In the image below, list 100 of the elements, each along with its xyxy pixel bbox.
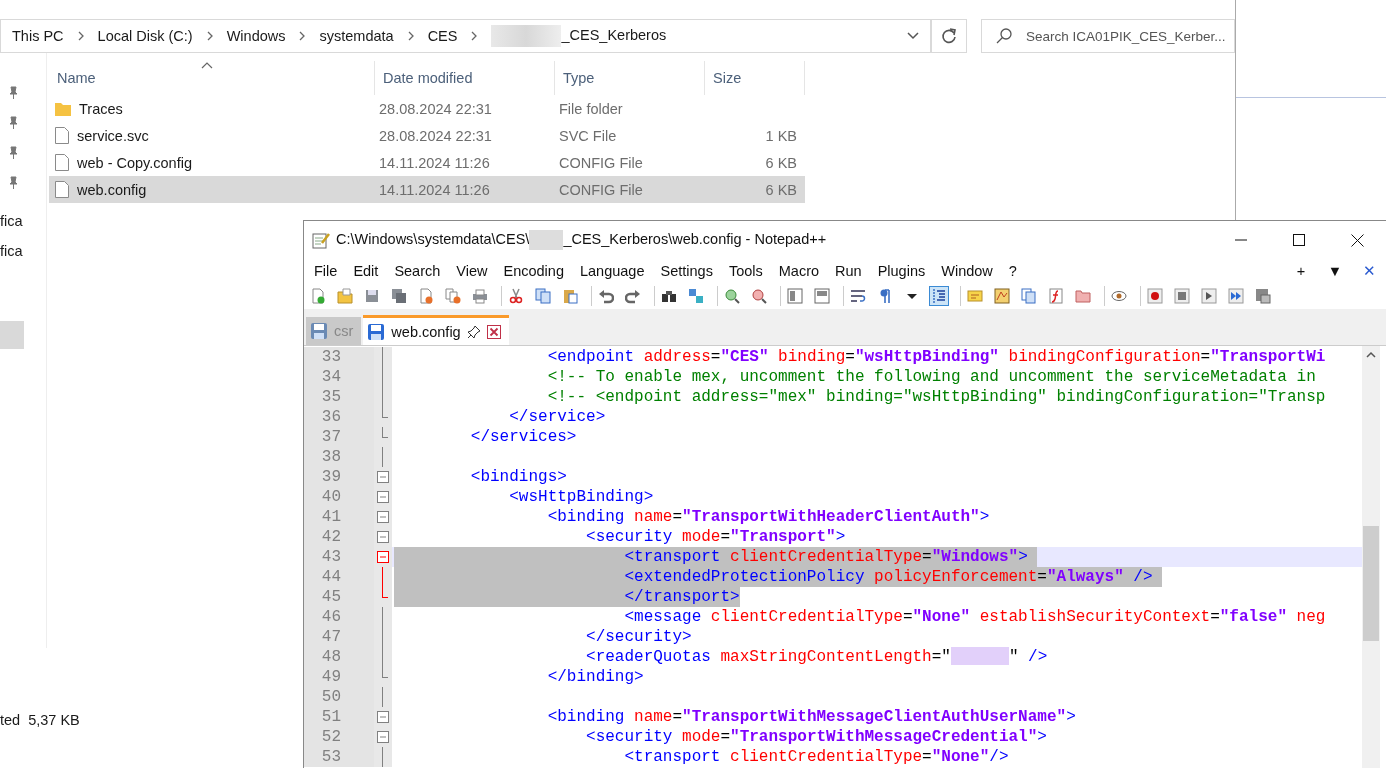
line-number: 33 [304,347,374,367]
breadcrumb-item[interactable]: Local Disk (C:) [97,28,193,44]
file-icon [55,154,69,171]
fold-toggle-icon[interactable] [377,511,389,523]
menu-item[interactable]: File [306,263,346,279]
breadcrumb-item[interactable]: Windows [226,28,286,44]
file-row[interactable]: Traces 28.08.2024 22:31 File folder [49,95,805,122]
breadcrumb-item[interactable]: systemdata [319,28,394,44]
line-number: 42 [304,527,374,547]
line-number: 41 [304,507,374,527]
menu-control[interactable]: ✕ [1352,263,1386,279]
file-name: Traces [79,100,123,117]
scrollbar[interactable] [1362,346,1380,768]
file-type: CONFIG File [559,181,644,198]
file-name: service.svc [77,127,149,144]
fold-toggle-icon[interactable] [377,531,389,543]
file-name: web - Copy.config [77,154,192,171]
code-line: </service> [508,407,606,427]
line-number: 34 [304,367,374,387]
pin-icon[interactable] [466,324,481,339]
column-header[interactable]: Size [705,61,805,95]
breadcrumb-item[interactable]: This PC [12,28,64,44]
function-list-icon [1048,288,1064,304]
scrollbar-thumb[interactable] [1363,526,1379,641]
file-date: 14.11.2024 11:26 [378,154,491,171]
menu-item[interactable]: Run [827,263,870,279]
toolbar-button[interactable] [1199,286,1219,306]
close-icon [1350,233,1364,247]
fold-toggle-icon[interactable] [377,731,389,743]
undo-icon [598,288,614,304]
column-header[interactable]: Name [49,61,375,95]
line-number: 35 [304,387,374,407]
user-language-icon [967,288,983,304]
zoom-out-icon [751,288,767,304]
line-number: 40 [304,487,374,507]
column-header[interactable]: Type [555,61,705,95]
line-number: 39 [304,467,374,487]
nav-item[interactable]: fica [0,236,46,266]
code-line: <binding name="TransportWithHeaderClientAuth"> [546,507,990,527]
status-text: 5,37 KB [28,712,80,728]
fold-toggle-icon[interactable] [377,711,389,723]
window-title: C:\Windows\systemdata\CES\ _CES_Kerberos\web.config - Notepad++ [336,230,1212,250]
menu-item[interactable]: View [448,263,496,279]
address-bar[interactable]: This PC Local Disk (C:) Windows systemdata CES _CES_Kerberos [0,19,897,53]
refresh-button[interactable] [931,19,967,53]
file-row[interactable]: web.config 14.11.2024 11:26 CONFIG File 6 KB [49,176,805,203]
menu-item[interactable]: Encoding [495,263,572,279]
menu-item[interactable]: Plugins [869,263,934,279]
menu-item[interactable]: Macro [770,263,828,279]
fold-toggle-icon[interactable] [377,471,389,483]
folder-icon [1075,288,1091,304]
breadcrumb-item[interactable]: CES [427,28,458,44]
new-file-icon [310,288,326,304]
maximize-icon [1293,234,1305,246]
breadcrumb-item[interactable]: _CES_Kerberos [491,25,667,47]
menu-item[interactable]: Window [933,263,1001,279]
code-line: <endpoint address="CES" binding="wsHttpBinding" bindingConfiguration="TransportWi [546,347,1326,367]
file-date: 28.08.2024 22:31 [378,127,493,144]
fold-toggle-icon[interactable] [377,491,389,503]
menu-item[interactable]: Language [571,263,653,279]
file-icon [55,127,69,144]
code-line: </binding> [546,667,644,687]
column-header[interactable]: Date modified [375,61,555,95]
code-line: </security> [585,627,692,647]
line-number: 50 [304,687,374,707]
file-row[interactable]: web - Copy.config 14.11.2024 11:26 CONFIG File 6 KB [49,149,805,176]
save-all-icon [391,288,407,304]
redacted-value [950,647,1009,665]
close-tab-icon[interactable] [486,324,501,339]
code-line: </services> [469,427,577,447]
paste-icon [562,288,578,304]
search-field[interactable]: Search ICA01PIK_CES_Kerber... [981,19,1235,53]
line-number: 53 [304,747,374,767]
print-icon [472,288,488,304]
menu-item[interactable]: Tools [720,263,771,279]
menu-item[interactable]: Settings [652,263,721,279]
file-type: File folder [559,100,624,117]
code-line: <!-- <endpoint address="mex" binding="wsHttpBinding" bindingConfiguration="Transp [546,387,1326,407]
fold-toggle-icon[interactable] [377,551,389,563]
nav-item[interactable]: fica [0,206,46,236]
play-icon [1201,288,1217,304]
line-number: 37 [304,427,374,447]
line-number: 49 [304,667,374,687]
menu-item[interactable]: Edit [345,263,387,279]
fast-forward-icon [1228,288,1244,304]
sync-horizontal-icon [814,288,830,304]
scroll-up-icon[interactable] [1366,351,1376,359]
chevron-down-icon [906,31,921,41]
stop-icon [1174,288,1190,304]
line-number: 47 [304,627,374,647]
scissors-icon [508,288,524,304]
menu-control[interactable]: + [1284,263,1318,279]
code-line: <binding name="TransportWithMessageClientAuthUserName"> [546,707,1076,727]
file-row[interactable]: service.svc 28.08.2024 22:31 SVC File 1 KB [49,122,805,149]
code-line: <wsHttpBinding> [508,487,654,507]
menu-control[interactable]: ▼ [1318,263,1352,279]
menu-item[interactable]: Search [386,263,449,279]
word-wrap-icon [850,288,866,304]
menu-item[interactable]: ? [1000,263,1025,279]
file-tab[interactable]: web.config [363,315,509,345]
